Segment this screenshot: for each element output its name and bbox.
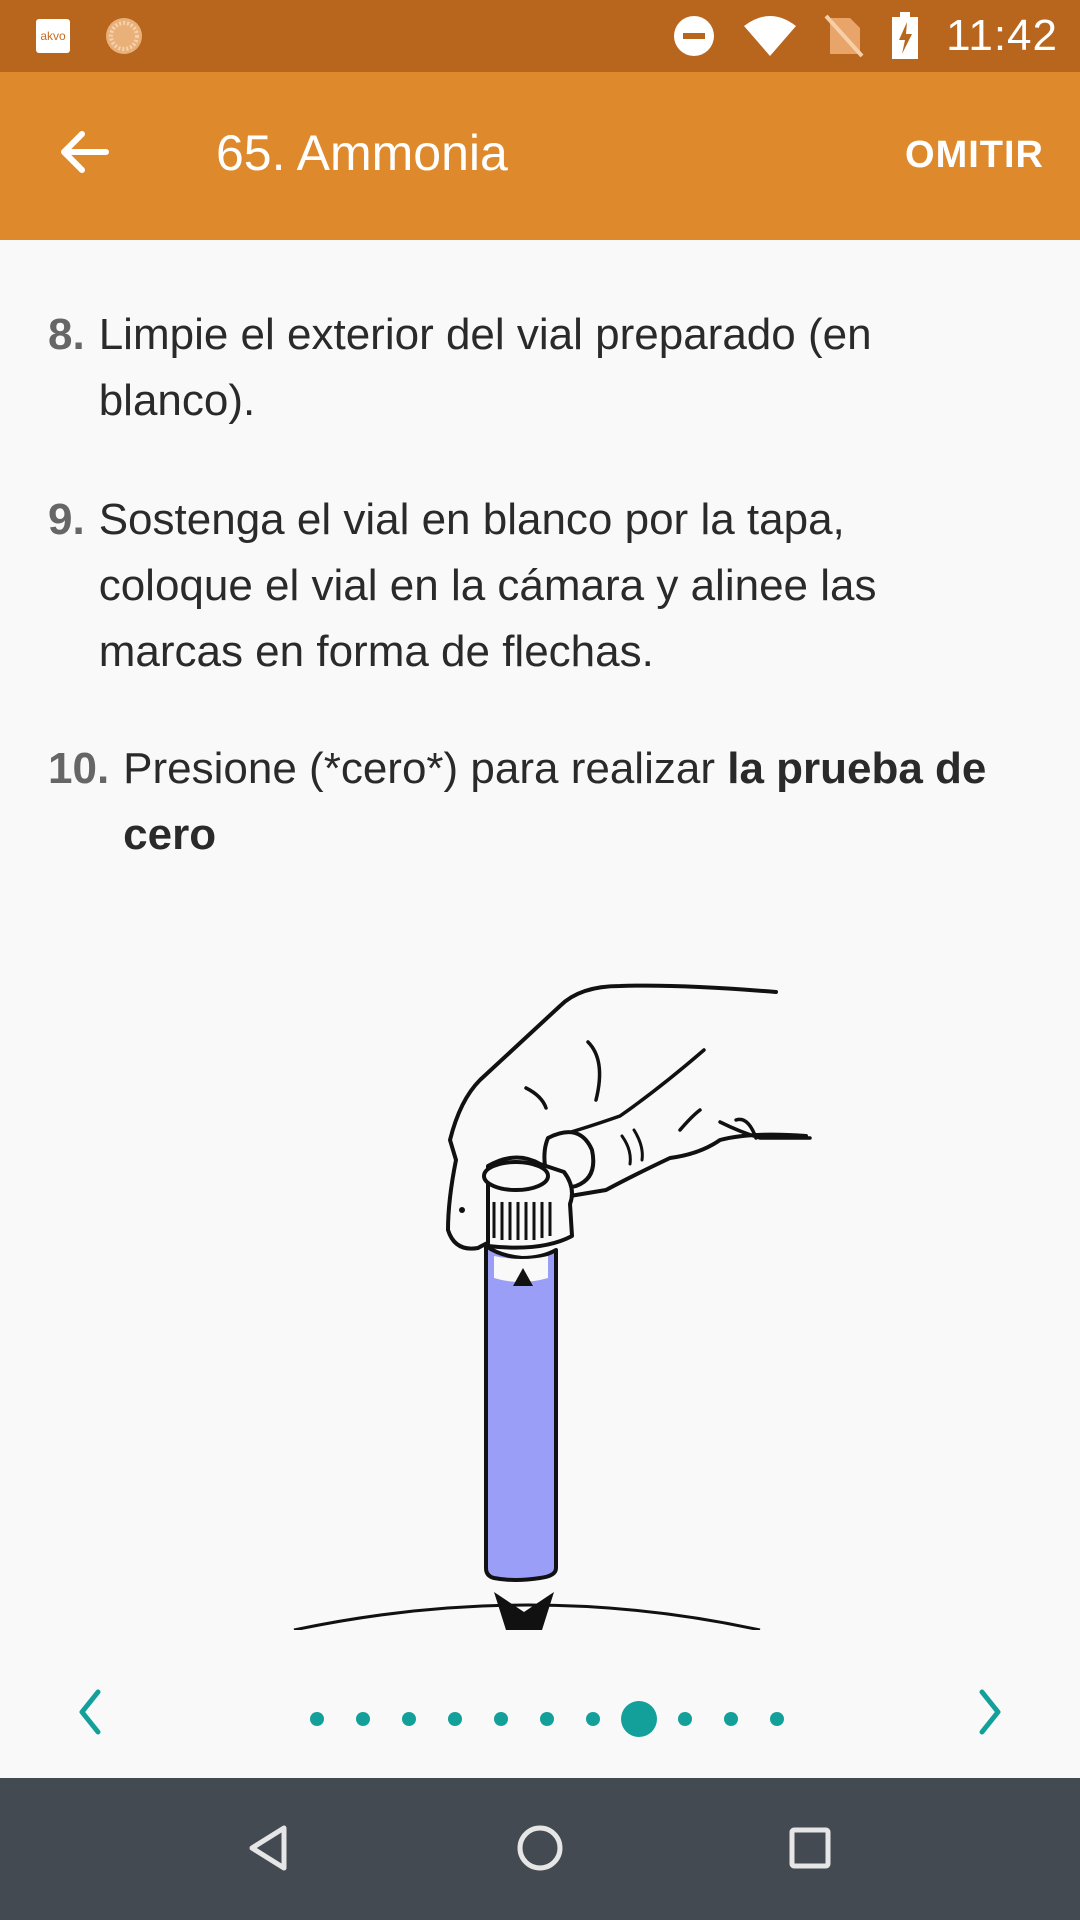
no-sim-icon (824, 14, 864, 58)
sun-notification-icon (106, 18, 142, 54)
do-not-disturb-icon (674, 16, 715, 56)
nav-home-circle-icon[interactable] (510, 1818, 570, 1878)
page-dot[interactable] (770, 1712, 784, 1726)
page-dot-active[interactable] (621, 1701, 657, 1737)
step-number: 8. (48, 310, 85, 359)
page-dot[interactable] (310, 1712, 324, 1726)
step-pager (0, 1660, 1080, 1778)
step-text: Limpie el exterior del vial preparado (e… (98, 310, 872, 425)
page-title: 65. Ammonia (216, 125, 508, 181)
status-time: 11:42 (946, 11, 1058, 60)
akvo-app-icon: akvo (36, 19, 70, 53)
page-dot[interactable] (356, 1712, 370, 1726)
nav-recents-square-icon[interactable] (780, 1818, 840, 1878)
app-bar: 65. Ammonia OMITIR (0, 72, 1080, 240)
page-dot[interactable] (402, 1712, 416, 1726)
nav-back-triangle-icon[interactable] (240, 1818, 300, 1878)
system-navigation-bar (0, 1778, 1080, 1920)
step-number: 10. (48, 744, 110, 793)
step-text: Sostenga el vial en blanco por la tapa, … (98, 495, 877, 676)
akvo-icon-label: akvo (40, 29, 66, 43)
page-dot[interactable] (448, 1712, 462, 1726)
back-arrow-icon[interactable] (54, 122, 114, 182)
page-dot[interactable] (540, 1712, 554, 1726)
step-text-plain: Presione (*cero*) para realizar (123, 744, 728, 793)
instruction-step-8: 8. Limpie el exterior del vial preparado… (48, 302, 1008, 434)
status-bar: akvo 11:42 (0, 0, 1080, 72)
step-text: Presione (*cero*) para realizar la prueb… (123, 736, 1008, 868)
instruction-step-10: 10. Presione (*cero*) para realizar la p… (48, 736, 1008, 868)
step-number: 9. (48, 495, 85, 544)
instructions-content: 8. Limpie el exterior del vial preparado… (0, 240, 1080, 1660)
battery-charging-icon (892, 12, 919, 59)
wifi-icon (744, 16, 797, 56)
previous-step-chevron-icon[interactable] (60, 1682, 120, 1742)
page-dot[interactable] (586, 1712, 600, 1726)
vial-in-hand-illustration (293, 983, 812, 1630)
skip-button[interactable]: OMITIR (905, 134, 1044, 177)
page-dot[interactable] (724, 1712, 738, 1726)
next-step-chevron-icon[interactable] (960, 1682, 1020, 1742)
page-dot[interactable] (494, 1712, 508, 1726)
page-dot[interactable] (678, 1712, 692, 1726)
instruction-step-9: 9. Sostenga el vial en blanco por la tap… (48, 487, 1008, 685)
